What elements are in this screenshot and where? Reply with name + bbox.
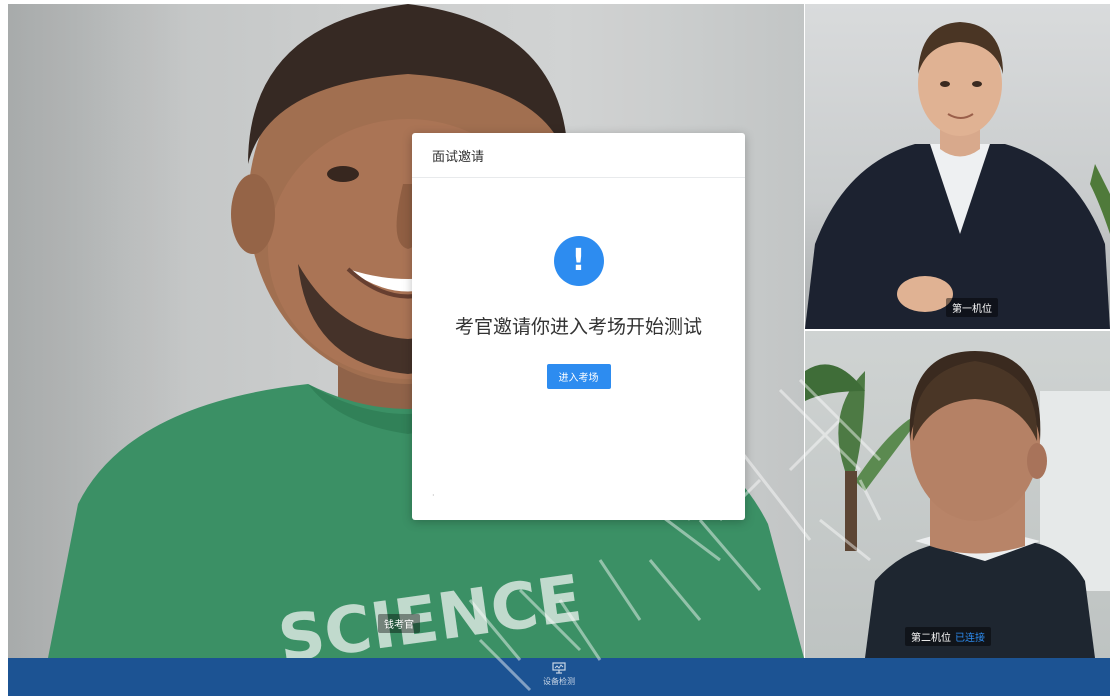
camera-two-label: 第二机位 已连接 bbox=[905, 627, 991, 646]
modal-body: ! 考官邀请你进入考场开始测试 进入考场 bbox=[412, 236, 745, 389]
modal-message: 考官邀请你进入考场开始测试 bbox=[454, 316, 702, 338]
camera-two-name: 第二机位 bbox=[911, 633, 951, 644]
camera-two-illustration bbox=[805, 351, 1110, 658]
camera-two-status: 已连接 bbox=[955, 633, 985, 644]
exclamation-glyph: ! bbox=[571, 243, 586, 278]
camera-two-feed: 第二机位 已连接 bbox=[805, 331, 1110, 658]
modal-footer-dot: · bbox=[432, 491, 435, 500]
interview-invitation-modal: 面试邀请 ! 考官邀请你进入考场开始测试 进入考场 · bbox=[412, 133, 745, 520]
camera-one-feed: 第一机位 bbox=[805, 4, 1110, 329]
enter-exam-room-button[interactable]: 进入考场 bbox=[546, 364, 611, 389]
modal-title: 面试邀请 bbox=[432, 149, 485, 165]
device-check-button[interactable]: 设备检测 bbox=[543, 662, 575, 687]
camera-one-label: 第一机位 bbox=[946, 298, 998, 317]
examiner-label: 钱考官 bbox=[378, 614, 420, 633]
modal-header: 面试邀请 bbox=[412, 133, 745, 178]
monitor-icon bbox=[543, 662, 575, 674]
device-check-label: 设备检测 bbox=[543, 677, 575, 686]
bottom-toolbar: 设备检测 bbox=[8, 658, 1110, 696]
camera-one-illustration bbox=[805, 22, 1110, 329]
exclamation-icon: ! bbox=[553, 236, 604, 286]
